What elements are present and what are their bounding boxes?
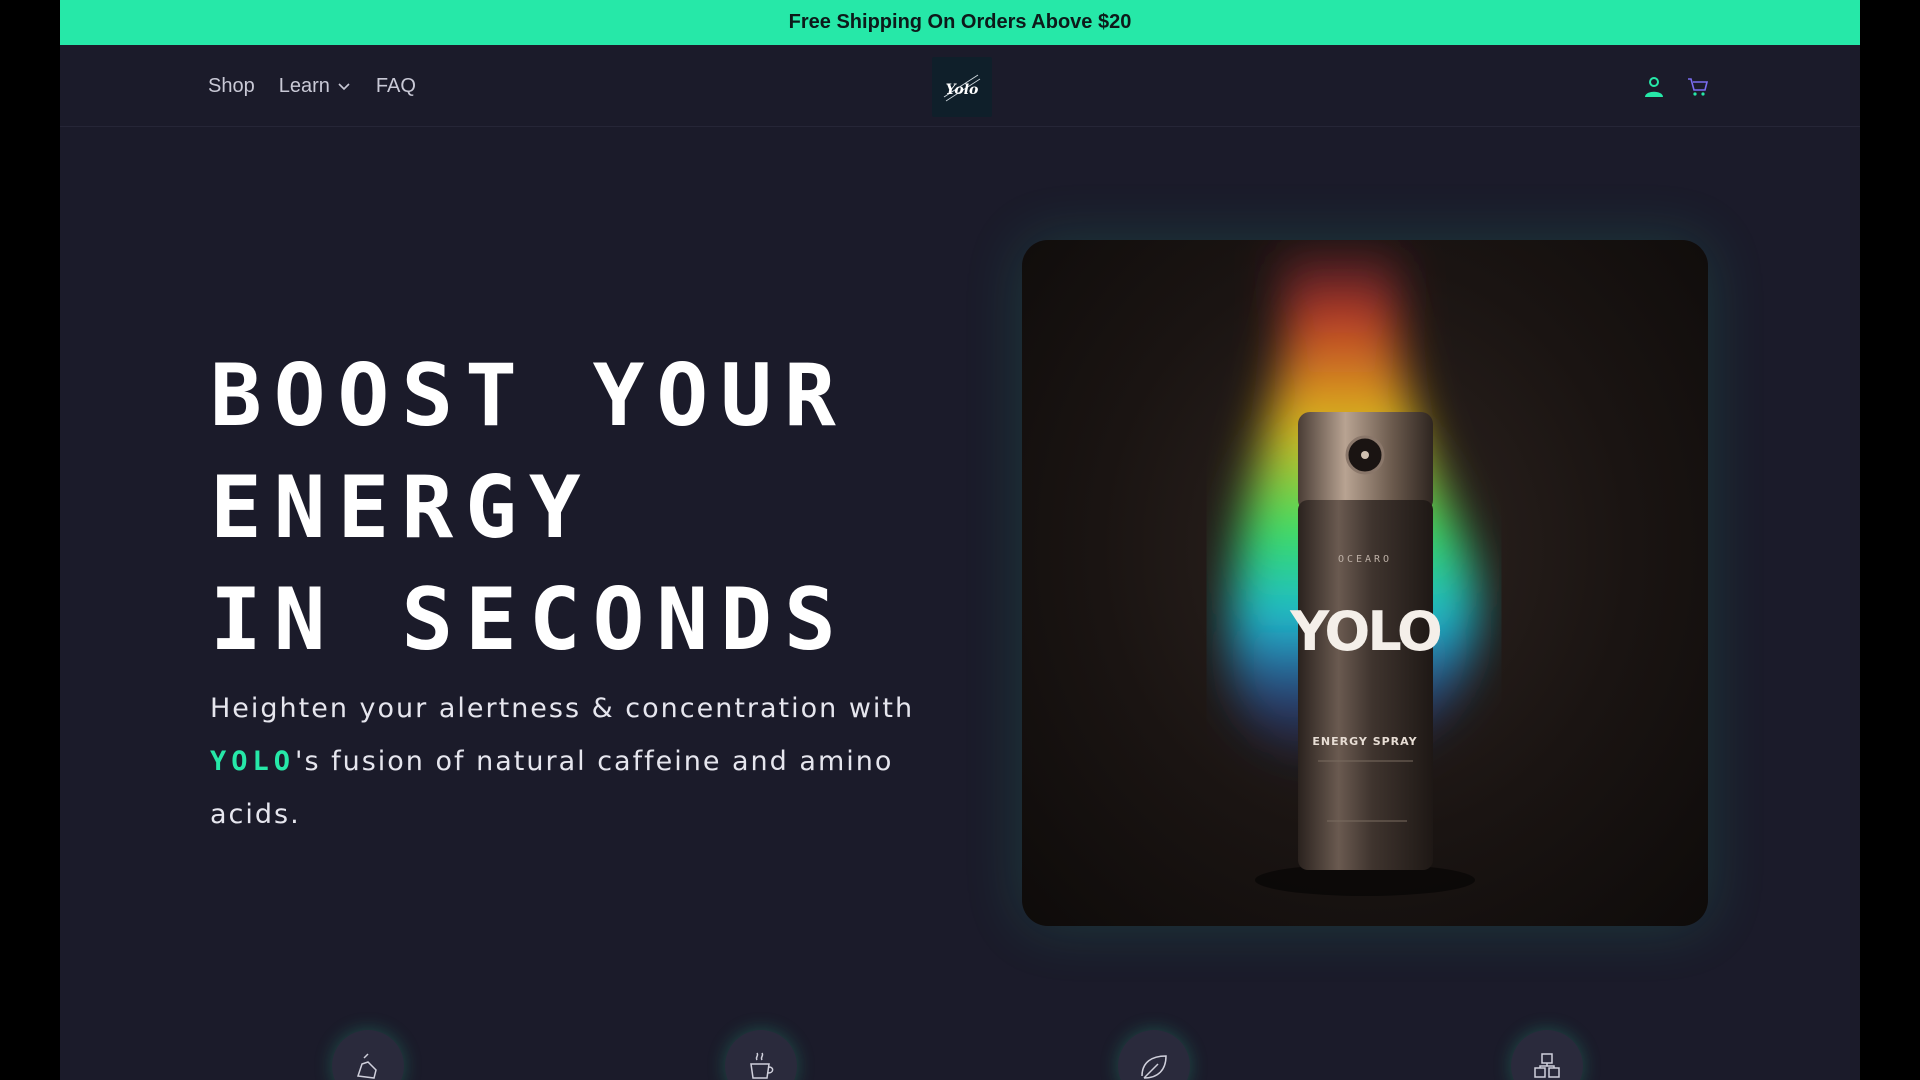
main-nav: Shop Learn FAQ Yolo [60, 45, 1860, 127]
hero-title-line: in seconds [210, 570, 848, 670]
hero-title-line: Boost your [210, 346, 848, 446]
announcement-bar: Free Shipping On Orders Above $20 [60, 0, 1860, 45]
nav-link-faq-label: FAQ [375, 74, 416, 97]
hero-subtitle: Heighten your alertness & concentration … [210, 682, 970, 841]
logo-mark: Yolo [943, 74, 981, 102]
svg-text:Yolo: Yolo [946, 82, 979, 98]
hero-title-line: energy [210, 458, 593, 558]
svg-text:OCEARO: OCEARO [1338, 554, 1392, 565]
coffee-cup-icon [725, 1030, 797, 1080]
account-icon[interactable] [1642, 74, 1666, 98]
nav-link-learn[interactable]: Learn [279, 75, 352, 98]
feature-icons-row [60, 1030, 1860, 1080]
hero-subtitle-post: 's fusion of natural caffeine and amino … [210, 746, 894, 830]
nav-link-shop[interactable]: Shop [208, 75, 255, 98]
leaf-icon [1118, 1030, 1190, 1080]
nav-link-faq[interactable]: FAQ [376, 75, 416, 98]
svg-text:YOLO: YOLO [1289, 600, 1441, 663]
hero-subtitle-pre: Heighten your alertness & concentration … [210, 693, 915, 724]
nav-link-learn-label: Learn [278, 74, 330, 97]
page-frame: Free Shipping On Orders Above $20 Shop L… [60, 0, 1860, 1080]
product-visual: OCEARO YOLO ENERGY SPRAY [1231, 240, 1477, 896]
logo[interactable]: Yolo [932, 57, 992, 117]
hero-product-image: OCEARO YOLO ENERGY SPRAY [1022, 240, 1708, 926]
spray-hand-icon [332, 1030, 404, 1080]
hero-title: Boost your energy in seconds [210, 340, 970, 676]
chevron-down-icon [338, 83, 350, 91]
nav-link-shop-label: Shop [208, 74, 255, 97]
announcement-text: Free Shipping On Orders Above $20 [788, 11, 1132, 33]
cart-icon[interactable] [1686, 74, 1710, 98]
nav-actions [1642, 45, 1710, 127]
hero-subtitle-brand: YOLO [210, 746, 296, 777]
svg-text:ENERGY SPRAY: ENERGY SPRAY [1312, 735, 1417, 748]
molecule-icon [1511, 1030, 1583, 1080]
nav-links: Shop Learn FAQ [208, 45, 416, 127]
